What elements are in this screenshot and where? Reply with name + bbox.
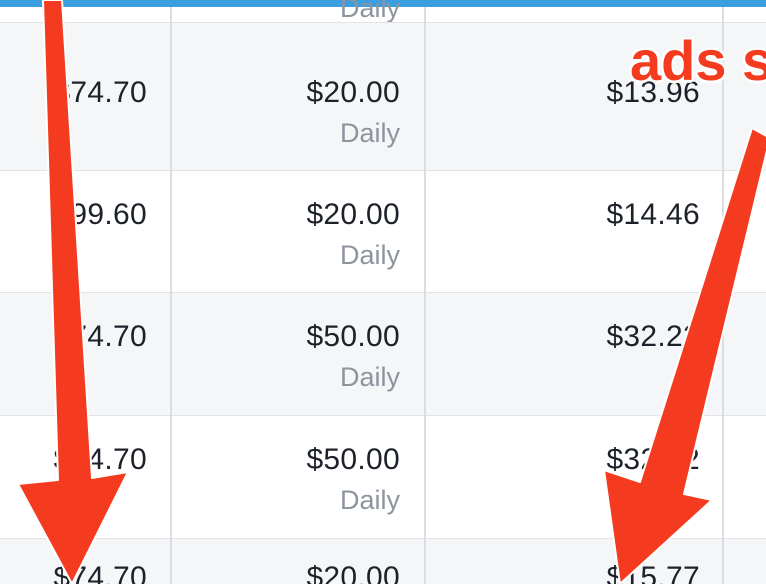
budget-cell: $20.00 [306, 561, 400, 584]
budget-cell: $20.00 [306, 76, 400, 109]
cost-cell: $15.77 [606, 561, 700, 584]
budget-type-label: Daily [339, 118, 400, 148]
budget-cell: $20.00 [306, 198, 400, 231]
budget-type-label: Daily [339, 485, 400, 515]
column-divider [424, 7, 426, 584]
table-row[interactable]: $99.60 $20.00 Daily $14.46 [0, 170, 766, 293]
column-divider [170, 7, 172, 584]
amount-spent-cell: $74.70 [53, 561, 147, 584]
table-row[interactable]: $74.70 $50.00 Daily $32.12 [0, 415, 766, 539]
amount-spent-cell: $74.70 [53, 320, 147, 353]
amount-spent-cell: $99.60 [53, 198, 147, 231]
budget-cell: $50.00 [306, 443, 400, 476]
ads-table-screenshot: Daily $74.70 $20.00 Daily $13.96 $99.60 … [0, 0, 766, 584]
budget-cell: $50.00 [306, 320, 400, 353]
table-row[interactable]: $74.70 $20.00 $15.77 [0, 538, 766, 584]
budget-type-label-top: Daily [339, 0, 400, 23]
ads-data-table: Daily $74.70 $20.00 Daily $13.96 $99.60 … [0, 0, 766, 584]
cost-cell: $32.22 [606, 320, 700, 353]
amount-spent-cell: $74.70 [53, 443, 147, 476]
table-row[interactable]: $74.70 $50.00 Daily $32.22 [0, 292, 766, 416]
budget-type-label: Daily [339, 240, 400, 270]
column-divider [722, 7, 724, 584]
cost-cell: $14.46 [606, 198, 700, 231]
budget-type-label: Daily [339, 362, 400, 392]
amount-spent-cell: $74.70 [53, 76, 147, 109]
annotation-label: ads s [630, 29, 766, 92]
cost-cell: $32.12 [606, 443, 700, 476]
